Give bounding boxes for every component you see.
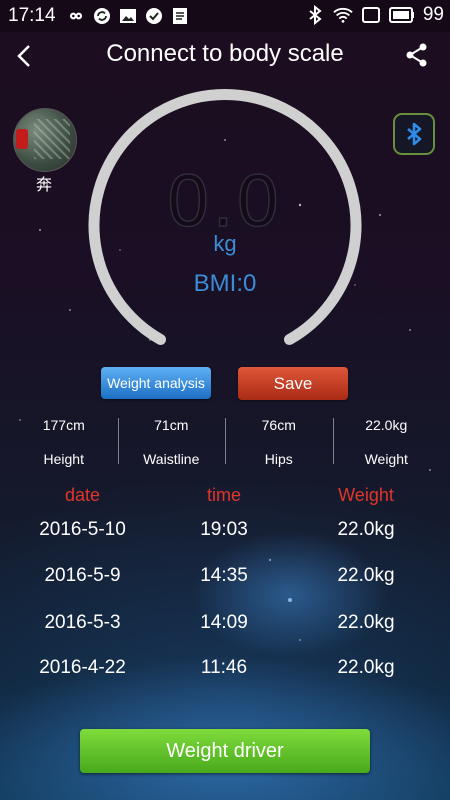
history-weight: 22.0kg: [337, 565, 395, 586]
bluetooth-icon: [305, 5, 325, 25]
screen-rotate-icon: [361, 5, 381, 25]
weight-column-header: Weight: [338, 485, 394, 505]
history-time: 11:46: [200, 657, 248, 678]
sync-icon: [92, 6, 112, 26]
history-date: 2016-5-9: [44, 565, 121, 586]
history-row[interactable]: 2016-5-3 14:09 22.0kg: [0, 612, 450, 640]
measure-label: Height: [43, 451, 84, 467]
bmi-value: BMI:0: [193, 270, 257, 297]
image-icon: [118, 6, 138, 26]
history-weight: 22.0kg: [337, 519, 395, 540]
history-row[interactable]: 2016-5-10 19:03 22.0kg: [0, 519, 450, 547]
status-time: 17:14: [8, 5, 56, 26]
infinity-icon: [66, 6, 86, 26]
history-weight: 22.0kg: [337, 657, 395, 678]
share-icon: [406, 43, 427, 67]
history-time: 14:35: [200, 565, 248, 586]
history-time: 19:03: [200, 519, 248, 540]
history-header: date time Weight: [0, 485, 450, 509]
page-title: Connect to body scale: [106, 40, 344, 67]
measure-value: 22.0kg: [365, 417, 408, 433]
measure-value: 71cm: [154, 417, 189, 433]
measure-weight: 22.0kg Weight: [332, 412, 441, 472]
clipboard-icon: [170, 6, 190, 26]
measure-waistline: 71cm Waistline: [117, 412, 226, 472]
weight-unit: kg: [213, 231, 237, 256]
history-date: 2016-5-10: [39, 519, 126, 540]
measure-value: 177cm: [42, 417, 85, 433]
battery-icon: [388, 5, 415, 25]
wifi-icon: [333, 5, 353, 25]
battery-level: 99: [422, 4, 444, 25]
measurements-row: 177cm Height 71cm Waistline 76cm Hips 22…: [10, 412, 440, 472]
time-column-header: time: [206, 485, 241, 505]
weight-driver-button[interactable]: Weight driver: [80, 729, 370, 773]
bluetooth-icon: [407, 122, 422, 146]
weight-analysis-button[interactable]: Weight analysis: [101, 367, 211, 399]
date-column-header: date: [64, 485, 101, 505]
measure-label: Weight: [364, 451, 408, 467]
measure-hips: 76cm Hips: [225, 412, 333, 472]
measure-height: 177cm Height: [10, 412, 118, 472]
bluetooth-connect-button[interactable]: [393, 113, 435, 155]
history-time: 14:09: [200, 612, 248, 633]
history-date: 2016-4-22: [39, 657, 126, 678]
measure-label: Hips: [264, 451, 293, 467]
history-date: 2016-5-3: [44, 612, 121, 633]
history-row[interactable]: 2016-5-9 14:35 22.0kg: [0, 565, 450, 593]
measure-value: 76cm: [261, 417, 296, 433]
save-button[interactable]: Save: [238, 367, 348, 400]
check-circle-icon: [144, 6, 164, 26]
share-button[interactable]: [404, 42, 430, 68]
history-row[interactable]: 2016-4-22 11:46 22.0kg: [0, 657, 450, 685]
measure-label: Waistline: [143, 451, 200, 467]
status-bar: 17:14 99: [0, 0, 450, 32]
history-weight: 22.0kg: [337, 612, 395, 633]
